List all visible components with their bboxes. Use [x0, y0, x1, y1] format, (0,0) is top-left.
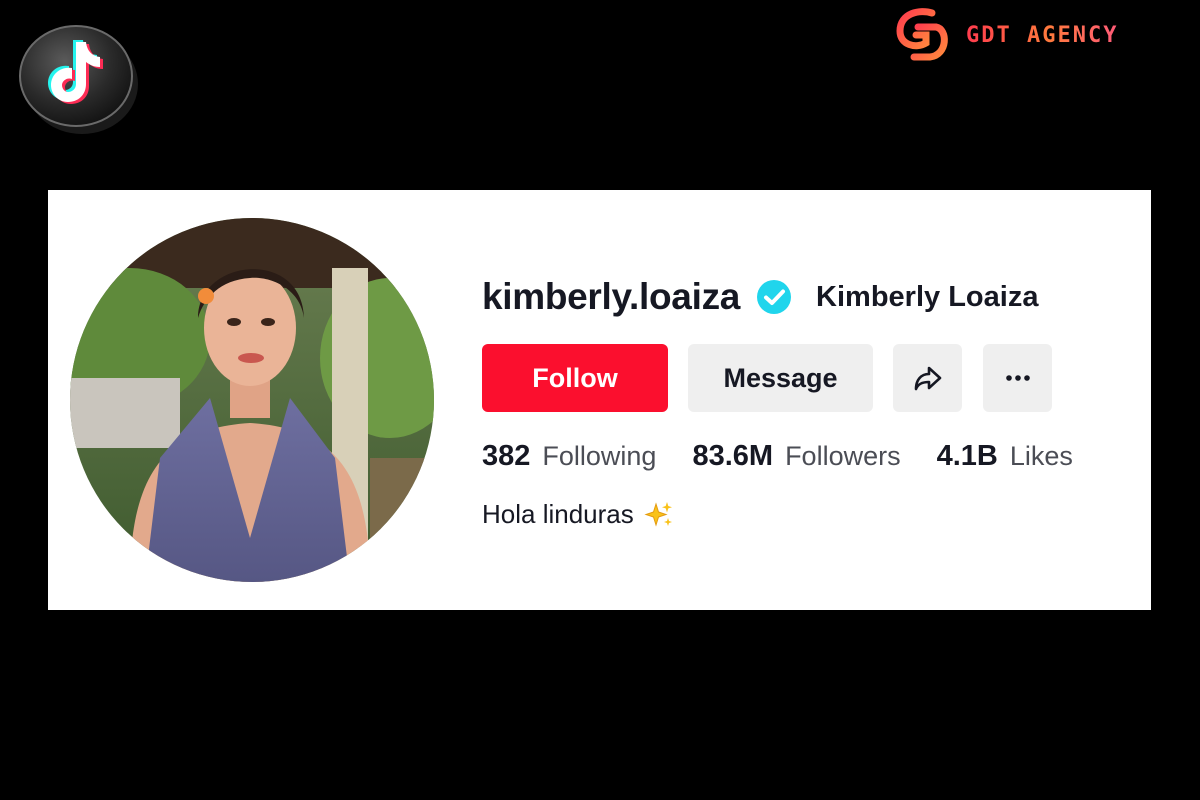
tiktok-logo-icon — [16, 18, 140, 136]
display-name: Kimberly Loaiza — [816, 280, 1039, 313]
profile-bio: Hola linduras — [482, 499, 1122, 530]
stat-label: Likes — [1009, 441, 1073, 471]
follow-button[interactable]: Follow — [482, 344, 668, 412]
profile-info: kimberly.loaiza Kimberly Loaiza Follow M… — [482, 272, 1122, 530]
verified-badge-icon — [757, 280, 792, 314]
more-dots-icon — [1005, 375, 1030, 381]
username: kimberly.loaiza — [482, 276, 741, 317]
sparkles-icon — [644, 501, 672, 527]
stat-likes: 4.1B Likes — [937, 440, 1073, 473]
gdt-monogram-icon — [896, 8, 948, 61]
message-button[interactable]: Message — [688, 344, 873, 412]
profile-card: kimberly.loaiza Kimberly Loaiza Follow M… — [48, 190, 1151, 610]
stat-value: 4.1B — [936, 440, 998, 472]
profile-stats: 382 Following 83.6M Followers 4.1B Likes — [482, 440, 1122, 473]
stat-label: Following — [542, 441, 657, 471]
stat-followers[interactable]: 83.6M Followers — [692, 440, 900, 473]
stat-following[interactable]: 382 Following — [482, 440, 656, 473]
name-row: kimberly.loaiza Kimberly Loaiza — [482, 272, 1122, 322]
share-arrow-icon — [914, 366, 941, 391]
share-button[interactable] — [893, 344, 962, 412]
stat-value: 83.6M — [692, 440, 774, 472]
profile-avatar[interactable] — [70, 218, 434, 582]
brand-name: GDT AGENCY — [966, 22, 1119, 48]
stat-label: Followers — [785, 441, 901, 471]
brand-logo: GDT AGENCY — [892, 4, 1182, 66]
bio-text: Hola linduras — [482, 499, 634, 529]
more-button[interactable] — [983, 344, 1052, 412]
action-buttons: Follow Message — [482, 344, 1122, 412]
stat-value: 382 — [482, 440, 531, 472]
